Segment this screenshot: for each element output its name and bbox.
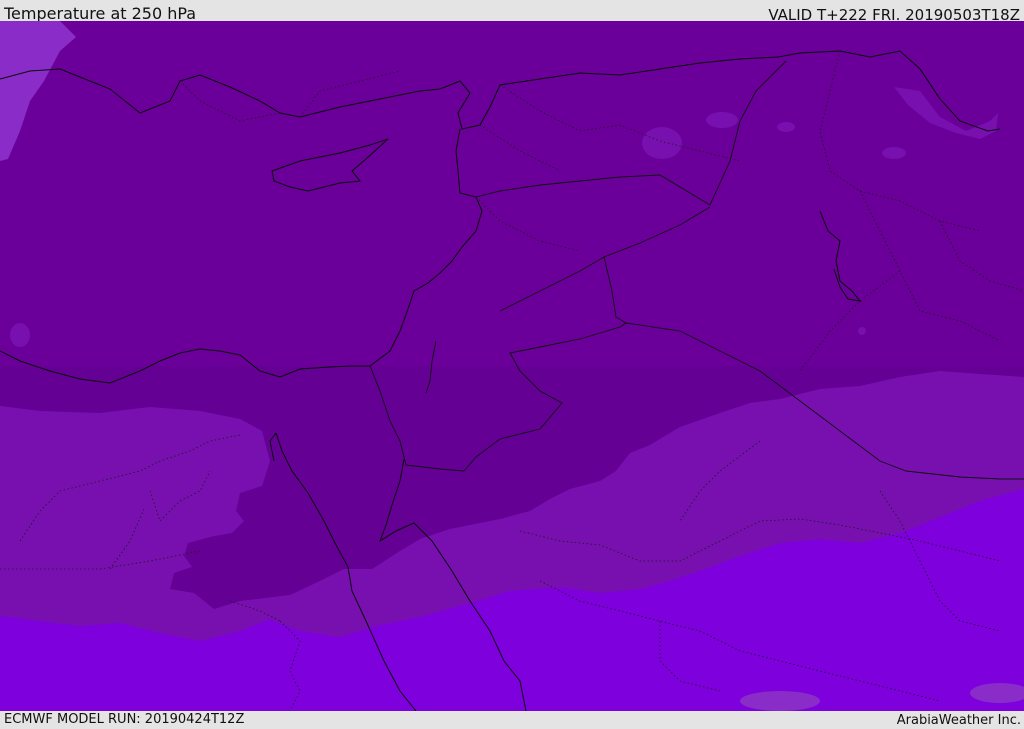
light-patch-1 bbox=[642, 127, 682, 159]
model-run-label: ECMWF MODEL RUN: 20190424T12Z bbox=[4, 712, 245, 727]
light-patch-3 bbox=[777, 122, 795, 132]
light-patch-6 bbox=[10, 323, 30, 347]
temperature-map bbox=[0, 21, 1024, 711]
map-frame: Temperature at 250 hPa VALID T+222 FRI. … bbox=[0, 0, 1024, 729]
light-patch-4 bbox=[882, 147, 906, 159]
light-patch-8 bbox=[740, 691, 820, 711]
light-patch-7 bbox=[858, 327, 866, 335]
temperature-band-coldest bbox=[0, 21, 1024, 366]
credit-label: ArabiaWeather Inc. bbox=[896, 713, 1021, 728]
light-patch-2 bbox=[706, 112, 738, 128]
